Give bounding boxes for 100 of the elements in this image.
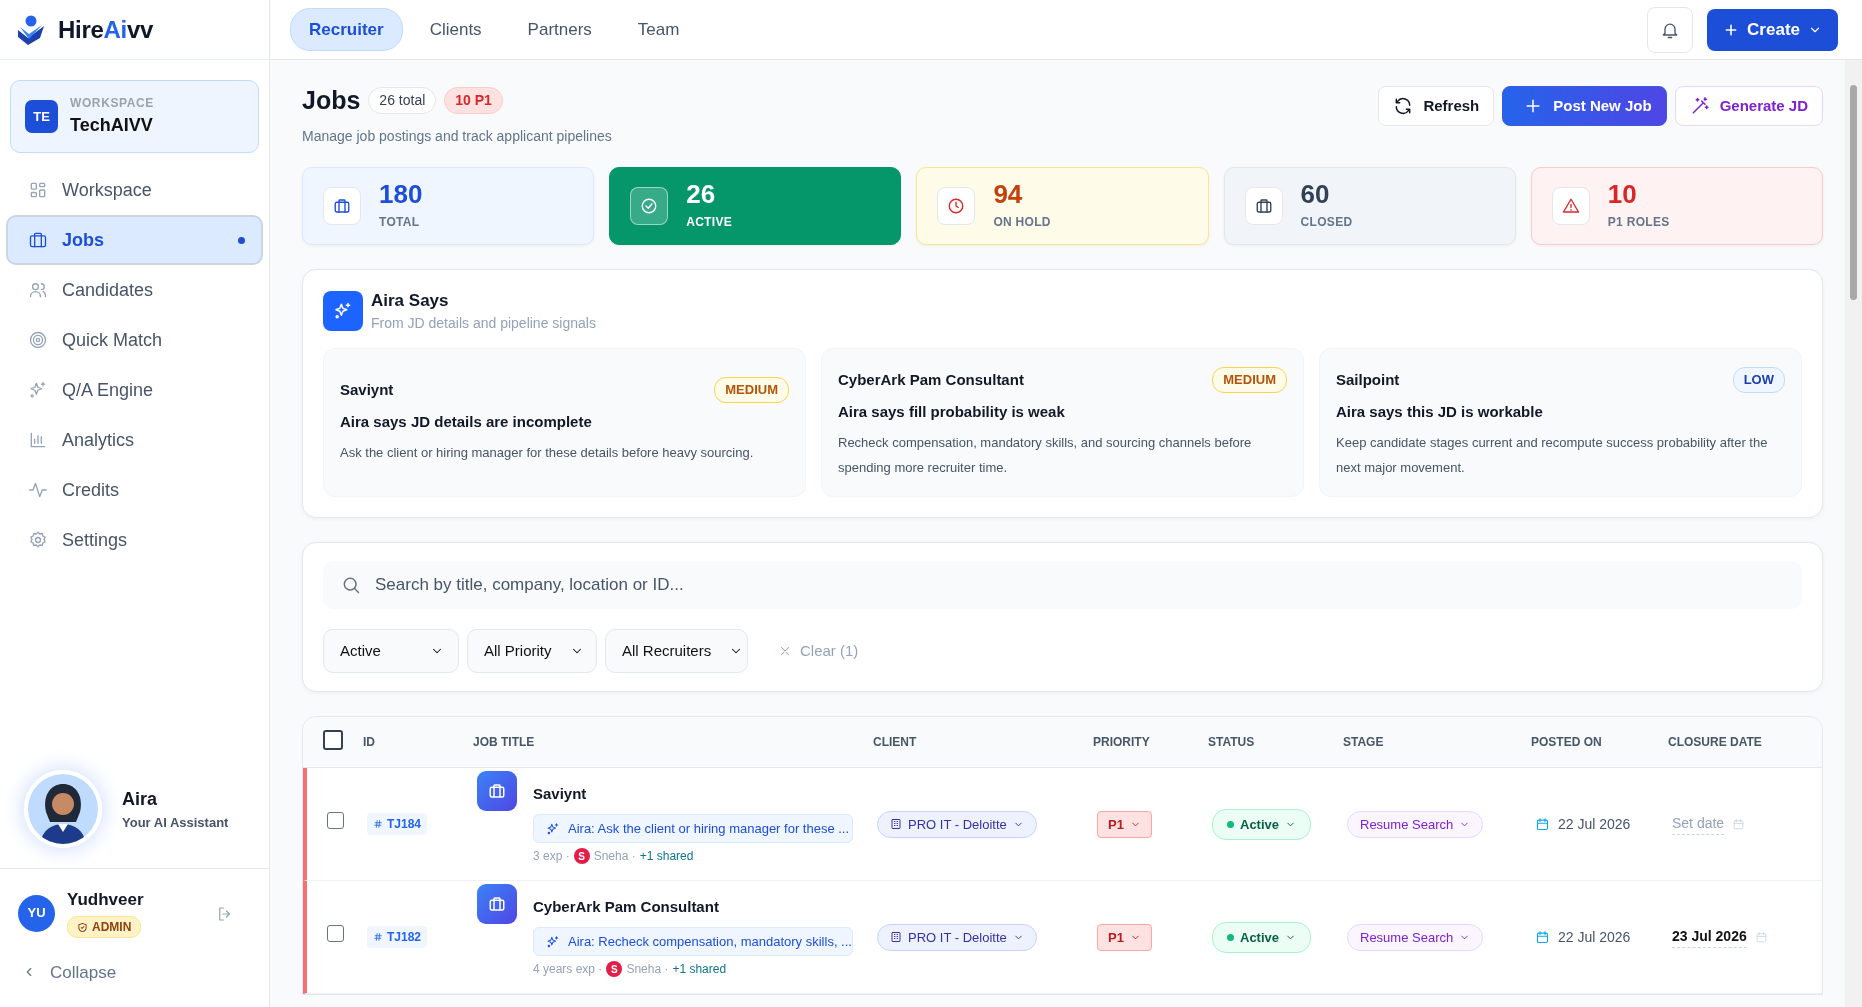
top-tab[interactable]: Recruiter [290,7,403,52]
workspace-label: WORKSPACE [70,95,154,112]
calendar-icon [1732,817,1746,831]
table-row[interactable]: TJ184 Saviynt Aira: Ask the client or hiring manager for these ... 3 exp · S Sneha · +1 shared PRO IT - Deloitte P1 Active Resume Search 22 Jul 2026 Set date [303,768,1822,882]
sparkle-icon [323,290,363,331]
stage-dropdown[interactable]: Resume Search [1347,923,1484,952]
assistant-subtitle: Your AI Assistant [122,813,229,832]
sidebar-item[interactable]: Q/A Engine [6,365,263,415]
posted-date: 22 Jul 2026 [1558,927,1631,947]
stat-label: CLOSED [1300,213,1353,231]
pulse-icon [28,480,48,500]
priority-count: 10 P1 [444,87,503,115]
experience-text: 4 years exp · [533,961,603,979]
checkbox[interactable] [323,729,343,750]
sidebar-item[interactable]: Settings [6,515,263,565]
briefcase-icon [477,771,517,812]
briefcase-icon [1254,196,1273,215]
generate-button[interactable]: Generate JD [1674,86,1823,126]
closure-date[interactable]: 23 Jul 2026 [1672,926,1747,949]
priority-dropdown[interactable]: P1 [1097,923,1152,952]
notification-button[interactable] [1647,6,1694,53]
user-avatar: YU [18,894,55,932]
severity-tag: MEDIUM [714,377,789,403]
building-icon [890,818,902,831]
status-dropdown[interactable]: Active [1212,921,1312,954]
recruiter-name: Sneha · [593,848,636,866]
workspace-name: TechAIVV [70,114,154,137]
building-icon [890,931,902,944]
sidebar-item[interactable]: Workspace [6,165,263,215]
shared-link[interactable]: +1 shared [639,847,694,866]
scrollbar[interactable] [1845,60,1862,1007]
job-id: TJ182 [367,926,428,949]
target-icon [28,330,48,350]
status-dot [1227,933,1234,941]
stat-value: 60 [1300,180,1331,207]
top-tab[interactable]: Team [618,7,699,52]
page-title: Jobs [302,85,361,116]
warning-icon [1561,196,1580,215]
stat-value: 26 [686,180,717,207]
page-subtitle: Manage job postings and track applicant pipelines [302,126,612,146]
briefcase-icon [28,230,48,250]
column-header: PRIORITY [1093,735,1150,750]
people-icon [28,280,48,300]
shared-link[interactable]: +1 shared [672,960,727,979]
job-title[interactable]: Saviynt [533,783,853,806]
insights-title: Aira Says [371,289,450,312]
settings-icon [28,530,48,550]
client-dropdown[interactable]: PRO IT - Deloitte [877,810,1037,839]
experience-text: 3 exp · [533,848,570,866]
client-dropdown[interactable]: PRO IT - Deloitte [877,923,1037,952]
insight-job: Sailpoint [1336,369,1400,390]
filter-dropdown[interactable]: All Recruiters [605,629,748,674]
insight-detail: Recheck compensation, mandatory skills, and sourcing channels before spending more recruiter time. [838,434,1253,477]
insight-headline: Aira says JD details are incomplete [340,411,593,432]
sidebar-item[interactable]: Quick Match [6,315,263,365]
stat-label: ON HOLD [993,213,1051,231]
column-header: ID [363,735,375,750]
grid-icon [28,180,48,200]
filter-dropdown[interactable]: Active [323,629,459,674]
shield-icon [77,921,88,933]
insight-headline: Aira says this JD is workable [1336,401,1544,422]
checkbox[interactable] [327,812,344,830]
insights-subtitle: From JD details and pipeline signals [371,314,596,333]
create-button[interactable]: Create [1707,8,1838,51]
stage-dropdown[interactable]: Resume Search [1347,810,1484,839]
post-job-button[interactable]: Post New Job [1502,86,1667,126]
filter-dropdown[interactable]: All Priority [467,629,597,674]
aira-hint-button[interactable]: Aira: Recheck compensation, mandatory skills, ... [533,926,853,957]
recruiter-avatar: S [573,848,590,865]
collapse-button[interactable]: Collapse [0,947,269,1007]
workspace-card[interactable]: TE WORKSPACE TechAIVV [10,80,259,153]
job-title[interactable]: CyberArk Pam Consultant [533,896,853,919]
job-id: TJ184 [367,813,428,836]
top-tab[interactable]: Clients [410,7,501,52]
search-field[interactable]: Search by title, company, location or ID... [323,561,1802,610]
status-dropdown[interactable]: Active [1212,808,1312,841]
refresh-button[interactable]: Refresh [1378,86,1495,126]
insight-headline: Aira says fill probability is weak [838,401,1066,422]
sidebar-item[interactable]: Analytics [6,415,263,465]
brand-name: HireAivv [58,14,153,45]
calendar-icon [1535,816,1550,832]
top-tab[interactable]: Partners [508,7,611,52]
user-name: Yudhveer [67,888,144,911]
priority-dropdown[interactable]: P1 [1097,810,1152,839]
sidebar-item[interactable]: Jobs [6,215,263,265]
hash-icon [373,932,383,943]
active-dot [238,236,245,244]
sidebar-item[interactable]: Credits [6,465,263,515]
table-row[interactable]: TJ182 CyberArk Pam Consultant Aira: Recheck compensation, mandatory skills, ... 4 years exp · S Sneha · +1 shared PRO IT - Deloitte P1 Active Resume Search 22 Jul 2026 23 Jul 2026 [303,881,1822,995]
column-header: CLIENT [873,735,917,750]
severity-tag: MEDIUM [1212,367,1287,393]
checkbox[interactable] [327,925,344,943]
assistant-name: Aira [122,787,158,811]
stat-value: 180 [379,180,423,207]
recruiter-avatar: S [606,961,623,978]
briefcase-icon [477,884,517,925]
aira-hint-button[interactable]: Aira: Ask the client or hiring manager for these ... [533,813,853,844]
sidebar-item[interactable]: Candidates [6,265,263,315]
stat-label: ACTIVE [686,213,732,231]
workspace-avatar: TE [25,100,58,133]
